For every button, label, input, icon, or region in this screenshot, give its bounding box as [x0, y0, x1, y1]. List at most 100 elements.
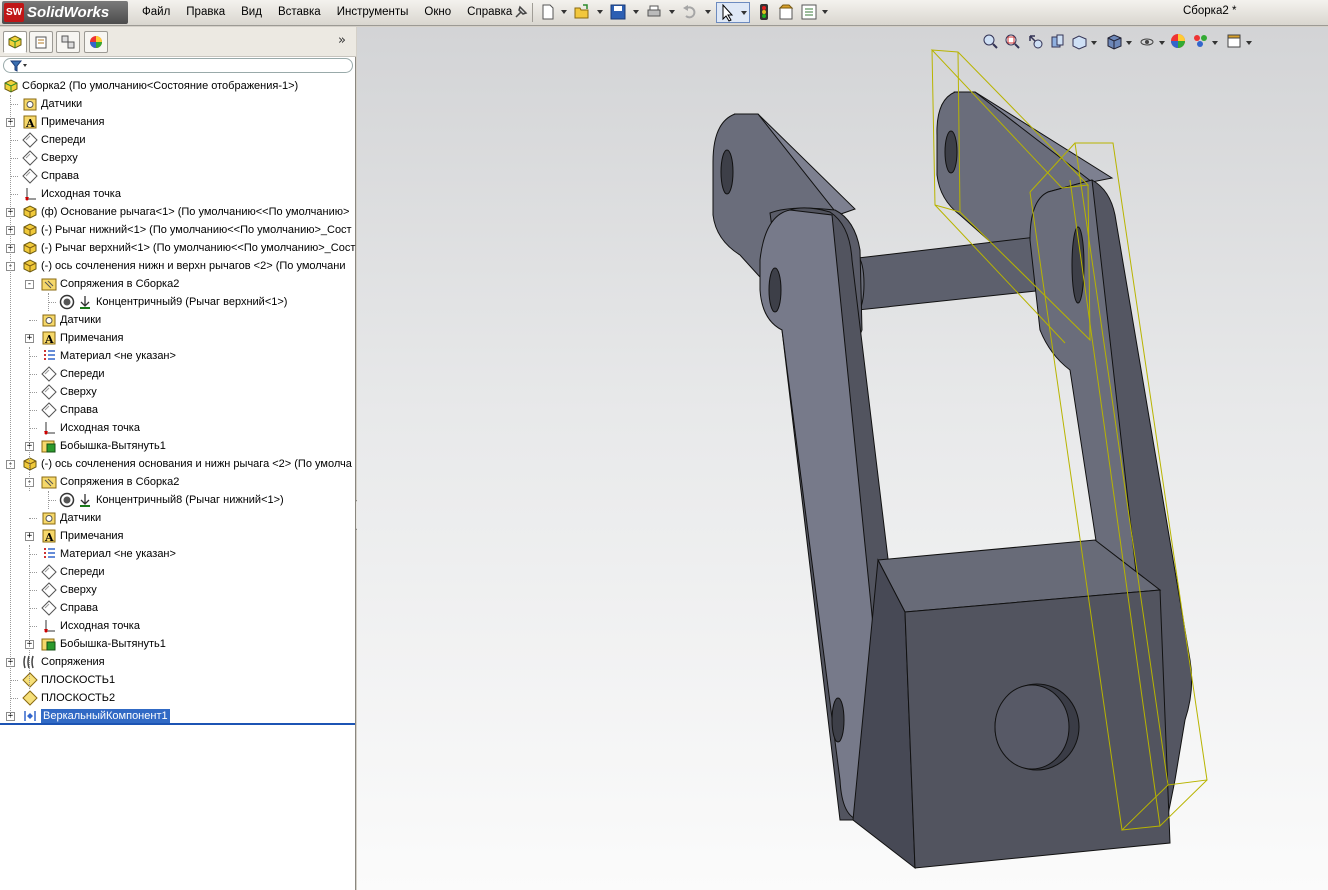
concentric-mate-icon — [59, 492, 75, 508]
menu-item-5[interactable]: Окно — [416, 0, 459, 24]
menu-item-4[interactable]: Инструменты — [329, 0, 417, 24]
tree-node[interactable]: Исходная точка — [0, 185, 356, 203]
tree-node[interactable]: Концентричный8 (Рычаг нижний<1>) — [0, 491, 356, 509]
tree-node[interactable]: Датчики — [0, 311, 356, 329]
tab-configuration-manager[interactable] — [56, 31, 80, 53]
menu-item-0[interactable]: Файл — [134, 0, 178, 24]
tree-node-label: Бобышка-Вытянуть1 — [60, 440, 166, 452]
new-document-icon[interactable] — [539, 3, 557, 21]
tree-connector — [29, 608, 37, 609]
tree-node-label: (-) ось сочленения нижн и верхн рычагов … — [41, 260, 346, 272]
collapse-toggle[interactable]: - — [25, 280, 34, 289]
expand-toggle[interactable]: + — [25, 334, 34, 343]
save-icon[interactable] — [609, 3, 627, 21]
feature-manager-icon — [8, 35, 22, 49]
expand-toggle[interactable]: + — [25, 532, 34, 541]
tree-node[interactable]: - (-) ось сочленения нижн и верхн рычагов… — [0, 257, 356, 275]
tree-filter-input[interactable] — [3, 58, 353, 73]
select-dropdown-arrow[interactable] — [741, 11, 747, 15]
tree-guide-level3 — [48, 491, 49, 509]
select-tool-button[interactable] — [716, 2, 750, 23]
tree-node[interactable]: Исходная точка — [0, 419, 356, 437]
tree-node[interactable]: Спереди — [0, 131, 356, 149]
panel-collapse-arrows[interactable]: » — [338, 33, 346, 48]
sensors-icon — [42, 314, 56, 327]
mirror-component-icon — [24, 711, 36, 721]
tree-node[interactable]: + Бобышка-Вытянуть1 — [0, 635, 356, 653]
document-title: Сборка2 * — [1183, 5, 1237, 17]
tree-rollback-bar[interactable] — [0, 723, 355, 725]
tree-node[interactable]: Концентричный9 (Рычаг верхний<1>) — [0, 293, 356, 311]
part-icon — [23, 223, 37, 237]
tree-node[interactable]: ПЛОСКОСТЬ2 — [0, 689, 356, 707]
tree-node[interactable]: + Бобышка-Вытянуть1 — [0, 437, 356, 455]
tree-node[interactable]: Сверху — [0, 581, 356, 599]
tab-display-manager[interactable] — [84, 31, 108, 53]
tree-node[interactable]: Сверху — [0, 383, 356, 401]
tree-node[interactable]: Сборка2 (По умолчанию<Состояние отображе… — [0, 77, 356, 95]
file-properties-icon[interactable] — [777, 3, 795, 21]
tree-node[interactable]: Сверху — [0, 149, 356, 167]
save-dropdown-arrow[interactable] — [633, 10, 639, 14]
part-icon — [23, 259, 37, 273]
tree-node-label: Исходная точка — [60, 620, 140, 632]
tree-node[interactable]: Исходная точка — [0, 617, 356, 635]
tab-property-manager[interactable] — [29, 31, 53, 53]
tree-node[interactable]: - (-) ось сочленения основания и нижн рыч… — [0, 455, 356, 473]
tree-node[interactable]: - Сопряжения в Сборка2 — [0, 275, 356, 293]
tree-node[interactable]: Материал <не указан> — [0, 347, 356, 365]
tree-node[interactable]: + (-) Рычаг нижний<1> (По умолчанию<<По у… — [0, 221, 356, 239]
tree-node[interactable]: + A Примечания — [0, 527, 356, 545]
open-dropdown-arrow[interactable] — [597, 10, 603, 14]
tree-node-label: Сборка2 (По умолчанию<Состояние отображе… — [22, 80, 299, 92]
tree-connector — [29, 320, 37, 321]
plane-icon — [22, 150, 38, 166]
tree-node-label: Исходная точка — [41, 188, 121, 200]
ref-plane-icon — [22, 672, 38, 688]
menu-item-3[interactable]: Вставка — [270, 0, 329, 24]
tree-node[interactable]: Справа — [0, 167, 356, 185]
tab-feature-manager[interactable] — [3, 31, 27, 53]
tree-node[interactable]: Справа — [0, 599, 356, 617]
tree-node[interactable]: + A Примечания — [0, 113, 356, 131]
undo-dropdown-arrow[interactable] — [705, 10, 711, 14]
new-dropdown-arrow[interactable] — [561, 10, 567, 14]
menu-item-1[interactable]: Правка — [178, 0, 233, 24]
tree-node[interactable]: + ВеркальныйКомпонент1 — [0, 707, 356, 723]
tree-node[interactable]: Спереди — [0, 563, 356, 581]
graphics-viewport[interactable] — [357, 27, 1328, 890]
print-dropdown-arrow[interactable] — [669, 10, 675, 14]
solidworks-logo[interactable]: SW SolidWorks — [2, 1, 128, 24]
svg-text:A: A — [44, 531, 54, 544]
undo-icon[interactable] — [681, 3, 699, 21]
tree-node[interactable]: Датчики — [0, 95, 356, 113]
menu-item-2[interactable]: Вид — [233, 0, 270, 24]
tree-node[interactable]: + A Примечания — [0, 329, 356, 347]
tree-node[interactable]: ПЛОСКОСТЬ1 — [0, 671, 356, 689]
tree-node[interactable]: + Сопряжения — [0, 653, 356, 671]
tree-connector — [29, 518, 37, 519]
tree-connector — [29, 356, 37, 357]
tree-node[interactable]: Спереди — [0, 365, 356, 383]
tree-node[interactable]: + (-) Рычаг верхний<1> (По умолчанию<<По … — [0, 239, 356, 257]
fixed-arrow-icon — [80, 494, 90, 507]
property-manager-icon — [35, 36, 47, 49]
annotations-icon: A — [42, 331, 56, 346]
options-dropdown-arrow[interactable] — [822, 10, 828, 14]
pin-icon[interactable] — [512, 3, 530, 21]
tree-node[interactable]: Материал <не указан> — [0, 545, 356, 563]
tree-node[interactable]: Справа — [0, 401, 356, 419]
tree-node[interactable]: - Сопряжения в Сборка2 — [0, 473, 356, 491]
fixed-arrow-icon — [80, 296, 90, 309]
part-icon — [23, 457, 37, 471]
open-folder-icon[interactable] — [573, 3, 591, 21]
tree-node[interactable]: + (ф) Основание рычага<1> (По умолчанию<<… — [0, 203, 356, 221]
logo-badge: SW — [4, 3, 24, 22]
tree-node-label: Сопряжения — [41, 656, 105, 668]
print-icon[interactable] — [645, 3, 663, 21]
assembly-model-render[interactable] — [357, 27, 1328, 890]
rebuild-traffic-light-icon[interactable] — [755, 3, 773, 21]
plane-icon — [41, 366, 57, 382]
options-icon[interactable] — [800, 3, 818, 21]
tree-node[interactable]: Датчики — [0, 509, 356, 527]
